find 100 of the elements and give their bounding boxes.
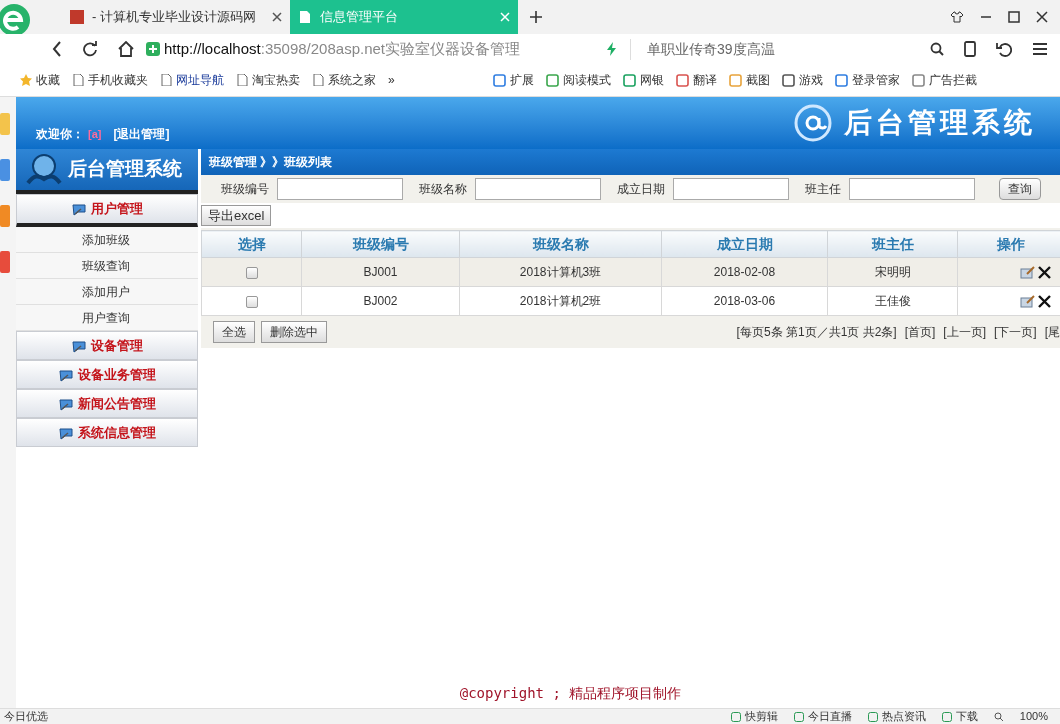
filter-label: 成立日期 [617,181,665,198]
bookmark-link[interactable]: 网址导航 [176,71,224,89]
table-cell: BJ002 [301,286,460,316]
username-text: [a] [88,126,102,142]
menu-group[interactable]: 新闻公告管理 [16,389,198,418]
export-button[interactable]: 导出excel [201,205,272,226]
toolbar-button[interactable]: 阅读模式 [562,71,611,89]
toolbar-icon [545,73,559,87]
bookmark-link[interactable]: 系统之家 [328,71,376,89]
toolbar-button[interactable]: 截图 [745,71,770,89]
delete-icon[interactable] [1038,294,1051,308]
footer-text: @copyright ; 精品程序项目制作 [458,684,683,703]
chat-bubble-icon [58,396,74,411]
status-link[interactable]: 下载 [955,708,978,724]
sidebar-logo-text: 后台管理系统 [68,157,182,182]
status-link[interactable]: 今日优选 [0,708,48,724]
filter-label: 班级编号 [221,181,269,198]
sidebar-app-icon [0,205,10,227]
bookmark-link[interactable]: 淘宝热卖 [252,71,300,89]
toolbar-button[interactable]: 扩展 [509,71,534,89]
table-cell: 宋明明 [827,257,958,287]
pagination-link[interactable]: [上一页] [943,323,986,341]
menu-item[interactable]: 用户查询 [16,305,198,331]
action-button[interactable]: 全选 [213,321,255,343]
column-header: 操作 [957,230,1060,258]
menu-item[interactable]: 添加班级 [16,227,198,253]
toolbar-icon [492,73,506,87]
menu-icon [1032,42,1048,56]
toolbar-button[interactable]: 翻译 [692,71,717,89]
toolbar-button[interactable]: 网银 [639,71,664,89]
delete-icon[interactable] [1038,265,1051,279]
search-field[interactable]: 单职业传奇39度高温 [630,38,775,60]
at-sign-icon [794,104,832,142]
action-button[interactable]: 删除选中 [261,321,327,343]
column-header: 班级名称 [459,230,662,258]
close-icon [500,12,510,22]
close-icon [272,12,282,22]
status-link[interactable]: 热点资讯 [881,708,926,724]
logout-link[interactable]: [退出管理] [113,125,170,143]
pagination-link[interactable]: [尾 [1044,323,1060,341]
back-icon [52,41,62,57]
column-header: 班级编号 [301,230,460,258]
status-link[interactable]: 今日直播 [807,708,852,724]
sidebar-app-icon [0,113,10,135]
toolbar-icon [781,73,795,87]
row-checkbox[interactable] [245,266,258,279]
filter-field[interactable] [849,178,975,200]
menu-group[interactable]: 系统信息管理 [16,418,198,447]
filter-label: 班主任 [805,181,841,198]
query-button[interactable]: 查询 [999,178,1041,200]
toolbar-button[interactable]: 游戏 [798,71,823,89]
row-checkbox[interactable] [245,295,258,308]
column-header: 选择 [201,230,302,258]
filter-field[interactable] [673,178,789,200]
favicon-icon [70,10,84,24]
pagination-link[interactable]: [首页] [904,323,936,341]
pagination-link[interactable]: [下一页] [994,323,1037,341]
shield-icon [146,42,160,56]
undo-icon [996,41,1012,57]
maximize-icon [1008,11,1020,23]
status-icon [730,711,741,722]
menu-item[interactable]: 班级查询 [16,253,198,279]
toolbar-icon [675,73,689,87]
bookmark-link[interactable]: 手机收藏夹 [88,71,148,89]
phone-icon [964,41,976,57]
pagination-summary: [每页5条 第1页／共1页 共2条] [736,324,897,341]
bookmark-link[interactable]: 收藏 [36,71,60,89]
page-icon [160,74,172,86]
table-cell: 2018计算机3班 [459,257,662,287]
chat-bubble-icon [58,367,74,382]
filter-field[interactable] [475,178,601,200]
zoom-icon [993,711,1004,722]
toolbar-button[interactable]: 广告拦截 [928,71,977,89]
table-cell: 2018-03-06 [661,286,828,316]
page-icon [312,74,324,86]
page-icon [298,10,312,24]
menu-group[interactable]: 用户管理 [16,194,198,227]
page-icon [72,74,84,86]
table-cell: 2018-02-08 [661,257,828,287]
filter-field[interactable] [277,178,403,200]
status-icon [793,711,804,722]
edit-icon[interactable] [1020,265,1036,279]
sidebar-app-icon [0,251,10,273]
toolbar-icon [834,73,848,87]
status-link[interactable]: 快剪辑 [744,708,778,724]
menu-group[interactable]: 设备业务管理 [16,360,198,389]
table-cell: 王佳俊 [827,286,958,316]
menu-group[interactable]: 设备管理 [16,331,198,360]
address-field[interactable]: http://localhost:35098/208asp.net实验室仪器设备管理 [164,37,520,61]
bookmark-link[interactable]: » [388,71,395,89]
toolbar-button[interactable]: 登录管家 [851,71,900,89]
sidebar-app-icon [0,159,10,181]
edit-icon[interactable] [1020,294,1036,308]
zoom-level[interactable]: 100% [1019,708,1048,724]
breadcrumb-bar: 班级管理 》》班级列表 [201,149,1060,175]
search-icon [930,42,944,56]
column-header: 成立日期 [661,230,828,258]
menu-item[interactable]: 添加用户 [16,279,198,305]
chat-bubble-icon [71,202,87,216]
header-title: 后台管理系统 [844,106,1036,140]
